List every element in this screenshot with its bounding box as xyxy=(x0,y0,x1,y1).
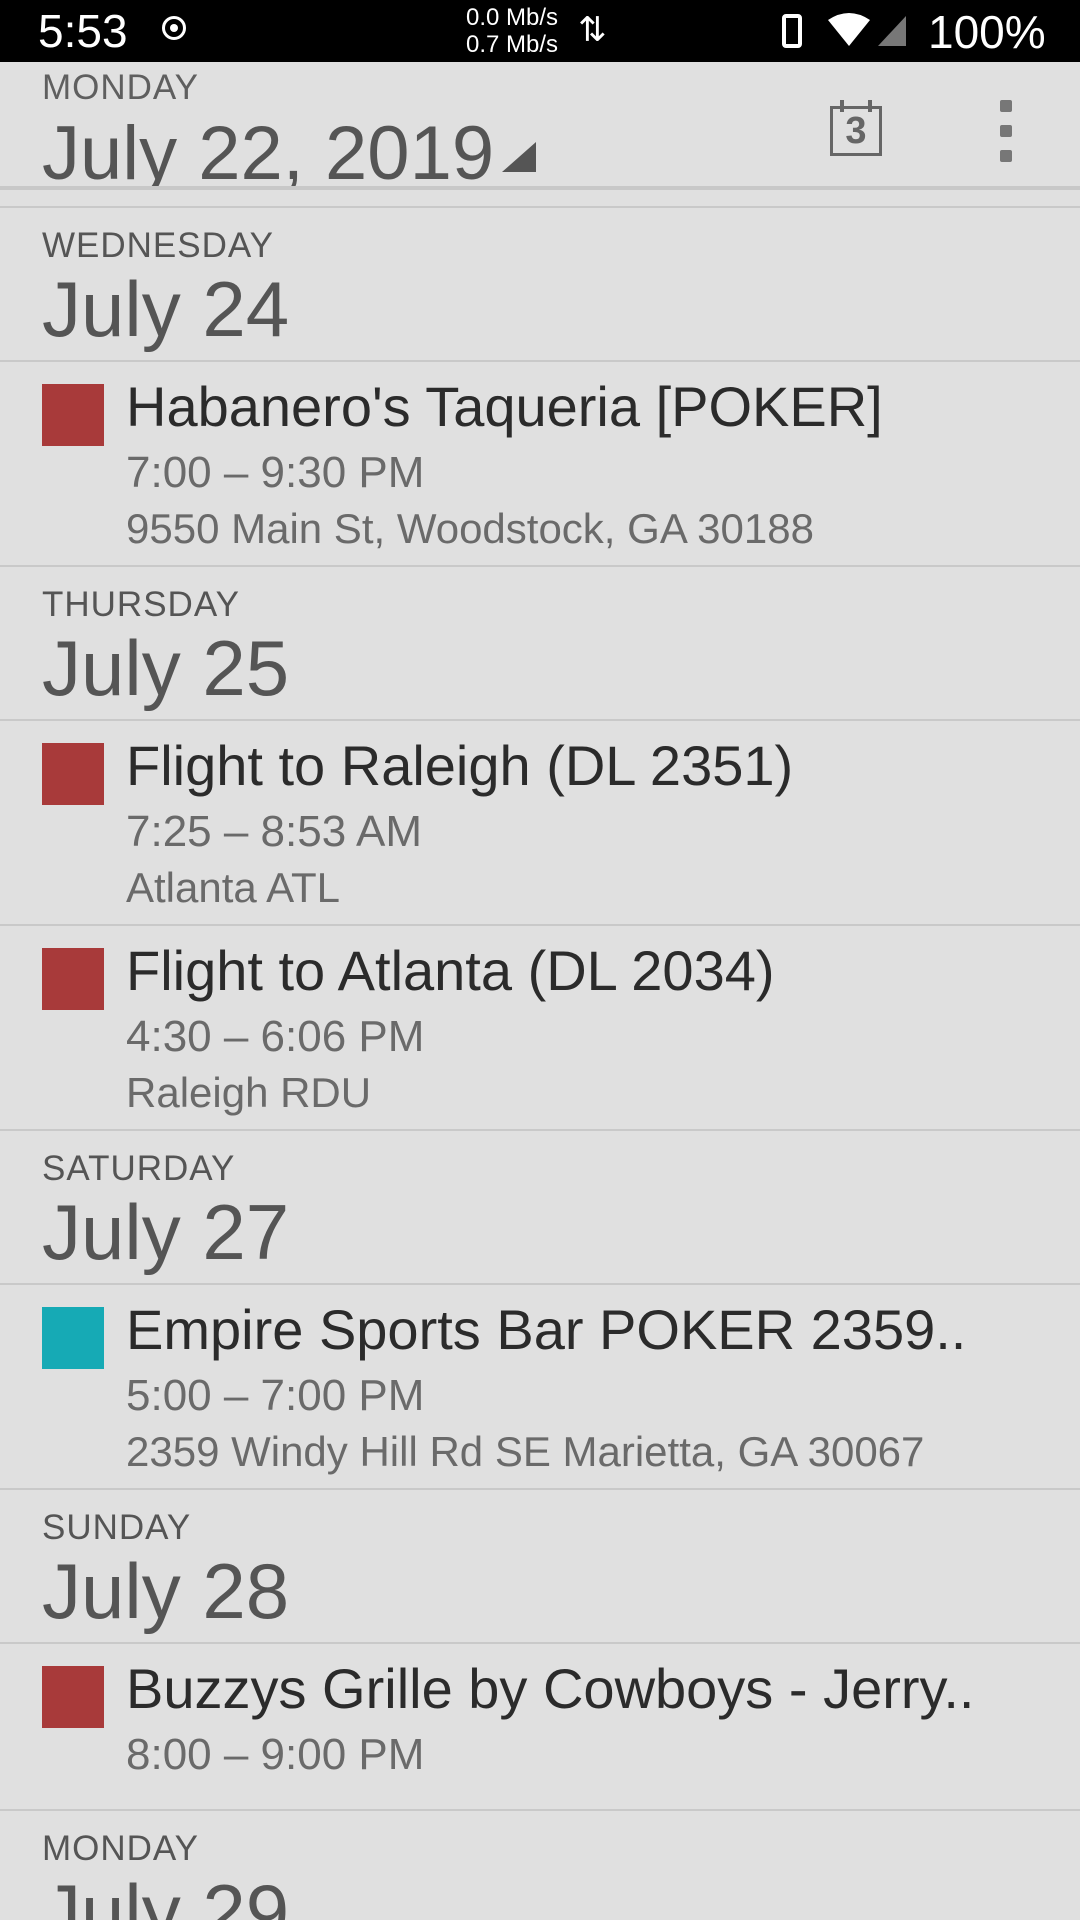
header-day-of-week: MONDAY xyxy=(42,68,200,107)
event-time: 4:30 – 6:06 PM xyxy=(126,1012,425,1061)
event-color-swatch xyxy=(42,1666,104,1728)
event-time: 8:00 – 9:00 PM xyxy=(126,1730,425,1779)
menu-dot xyxy=(1000,100,1012,112)
date-picker-dropdown[interactable]: July 22, 2019 xyxy=(42,104,494,186)
day-header-date: July 25 xyxy=(42,624,290,712)
vibrate-icon xyxy=(782,14,802,48)
event-item[interactable]: Buzzys Grille by Cowboys - Jerry.. 8:00 … xyxy=(0,1644,1080,1811)
event-location: Atlanta ATL xyxy=(126,864,341,911)
network-down-speed: 0.0 Mb/s xyxy=(466,4,559,31)
day-header: THURSDAY July 25 xyxy=(0,567,1080,721)
event-title: Flight to Raleigh (DL 2351) xyxy=(126,734,794,797)
event-time: 7:25 – 8:53 AM xyxy=(126,807,422,856)
wifi-icon xyxy=(828,13,870,46)
status-bar: 5:53 0.0 Mb/s 0.7 Mb/s ⇅ 100% xyxy=(0,0,1080,62)
overflow-menu-button[interactable] xyxy=(986,98,1026,164)
menu-dot xyxy=(1000,150,1012,162)
event-title: Flight to Atlanta (DL 2034) xyxy=(126,939,775,1002)
day-header: MONDAY July 29 xyxy=(0,1811,1080,1920)
event-title: Empire Sports Bar POKER 2359.. xyxy=(126,1298,967,1361)
network-speed: 0.0 Mb/s 0.7 Mb/s xyxy=(466,4,558,58)
day-header: SATURDAY July 27 xyxy=(0,1131,1080,1285)
day-header-weekday: SATURDAY xyxy=(42,1149,236,1188)
day-header-date: July 29 xyxy=(42,1868,290,1920)
event-time: 7:00 – 9:30 PM xyxy=(126,448,425,497)
event-location: 2359 Windy Hill Rd SE Marietta, GA 30067 xyxy=(126,1428,925,1475)
day-header-weekday: MONDAY xyxy=(42,1829,200,1868)
recording-icon xyxy=(162,16,186,40)
go-to-today-button[interactable]: 3 xyxy=(826,98,886,160)
agenda-list[interactable]: 4581 Senator Russell Avenue Acworth, GA.… xyxy=(0,186,1080,1920)
event-color-swatch xyxy=(42,743,104,805)
event-color-swatch xyxy=(42,384,104,446)
day-header-date: July 27 xyxy=(42,1188,290,1276)
day-header-weekday: SUNDAY xyxy=(42,1508,192,1547)
calendar-icon: 3 xyxy=(830,106,882,156)
event-location: Raleigh RDU xyxy=(126,1069,372,1116)
menu-dot xyxy=(1000,125,1012,137)
signal-icon xyxy=(878,16,906,46)
battery-level: 100% xyxy=(928,6,1046,58)
network-up-speed: 0.7 Mb/s xyxy=(466,31,559,58)
event-item[interactable]: Flight to Atlanta (DL 2034) 4:30 – 6:06 … xyxy=(0,926,1080,1131)
status-time: 5:53 xyxy=(38,5,128,57)
event-title: Habanero's Taqueria [POKER] xyxy=(126,375,883,438)
event-title: Buzzys Grille by Cowboys - Jerry.. xyxy=(126,1657,975,1720)
event-location: 9550 Main St, Woodstock, GA 30188 xyxy=(126,505,814,552)
day-header-weekday: WEDNESDAY xyxy=(42,226,274,265)
event-color-swatch xyxy=(42,948,104,1010)
day-header: WEDNESDAY July 24 xyxy=(0,208,1080,362)
day-header-date: July 28 xyxy=(42,1547,290,1635)
event-item[interactable]: Empire Sports Bar POKER 2359.. 5:00 – 7:… xyxy=(0,1285,1080,1490)
event-time: 5:00 – 7:00 PM xyxy=(126,1371,425,1420)
day-header-weekday: THURSDAY xyxy=(42,585,240,624)
event-item[interactable]: Flight to Raleigh (DL 2351) 7:25 – 8:53 … xyxy=(0,721,1080,926)
day-header: SUNDAY July 28 xyxy=(0,1490,1080,1644)
day-header-date: July 24 xyxy=(42,265,290,353)
app-header: MONDAY July 22, 2019 3 xyxy=(0,62,1080,190)
dropdown-triangle-icon[interactable] xyxy=(502,142,536,172)
data-transfer-icon: ⇅ xyxy=(578,11,607,49)
event-item[interactable]: Habanero's Taqueria [POKER] 7:00 – 9:30 … xyxy=(0,362,1080,567)
event-color-swatch xyxy=(42,1307,104,1369)
